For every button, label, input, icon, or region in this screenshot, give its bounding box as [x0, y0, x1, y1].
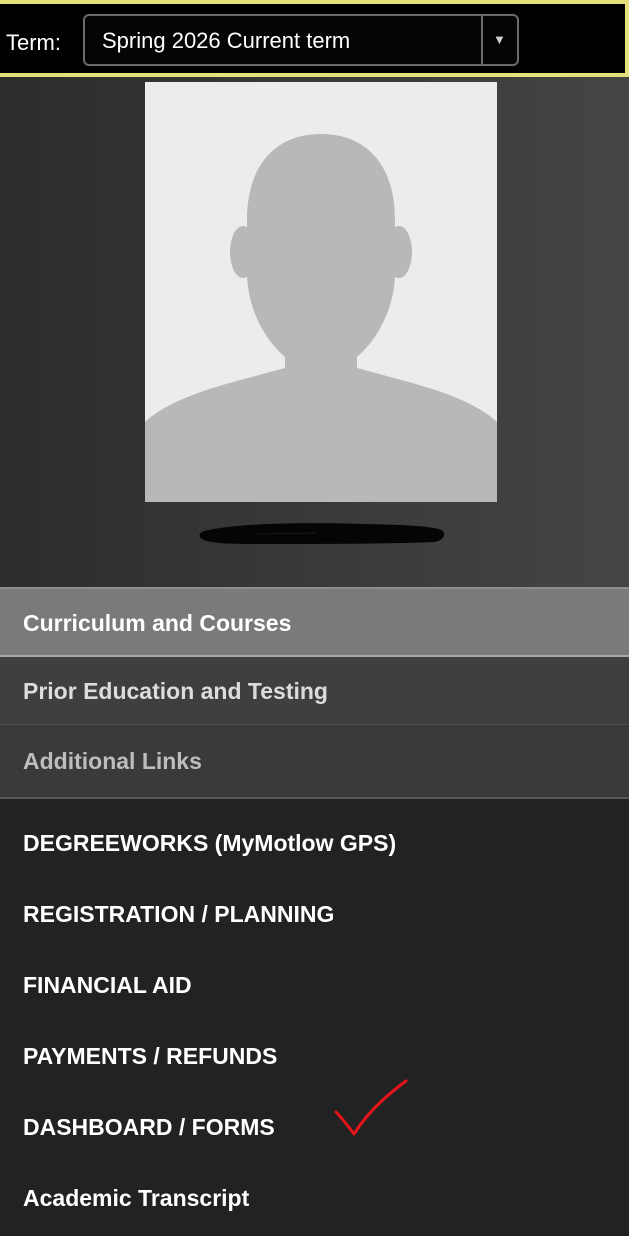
red-checkmark-icon [332, 1078, 412, 1138]
profile-panel [0, 77, 629, 587]
term-select-divider [481, 16, 483, 64]
default-person-silhouette-icon [145, 82, 497, 502]
section-label: Prior Education and Testing [23, 678, 328, 704]
section-prior-education-and-testing[interactable]: Prior Education and Testing [0, 657, 629, 725]
redacted-name [196, 517, 448, 547]
section-label: Curriculum and Courses [23, 610, 292, 636]
link-dashboard-forms[interactable]: DASHBOARD / FORMS [23, 1113, 275, 1141]
section-label: Additional Links [23, 748, 202, 774]
term-select[interactable]: Spring 2026 Current term ▼ [83, 14, 519, 66]
link-payments-refunds[interactable]: PAYMENTS / REFUNDS [23, 1042, 277, 1070]
section-additional-links[interactable]: Additional Links [0, 725, 629, 799]
dropdown-caret-icon[interactable]: ▼ [493, 30, 506, 50]
term-bar: Term: Spring 2026 Current term ▼ [0, 0, 629, 77]
section-curriculum-and-courses[interactable]: Curriculum and Courses [0, 587, 629, 657]
link-financial-aid[interactable]: FINANCIAL AID [23, 971, 192, 999]
term-label: Term: [6, 30, 61, 55]
additional-links-list: DEGREEWORKS (MyMotlow GPS) REGISTRATION … [0, 799, 629, 1236]
link-degreeworks[interactable]: DEGREEWORKS (MyMotlow GPS) [23, 829, 396, 857]
link-academic-transcript[interactable]: Academic Transcript [23, 1184, 249, 1212]
student-profile-sidebar: Term: Spring 2026 Current term ▼ Curricu… [0, 0, 629, 1236]
link-registration-planning[interactable]: REGISTRATION / PLANNING [23, 900, 334, 928]
term-select-value: Spring 2026 Current term [102, 28, 351, 53]
